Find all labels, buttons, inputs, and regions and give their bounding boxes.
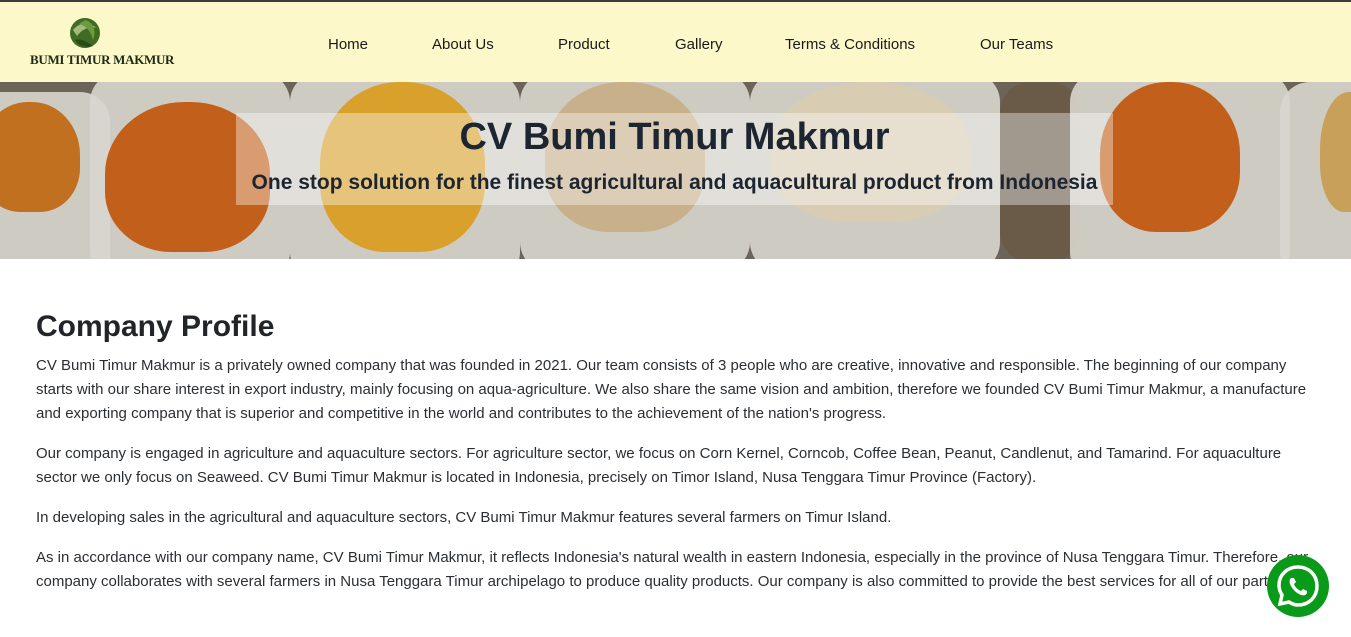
globe-leaf-icon <box>70 18 100 48</box>
company-profile-section: Company Profile CV Bumi Timur Makmur is … <box>36 306 1326 610</box>
whatsapp-button[interactable] <box>1267 555 1329 617</box>
nav-our-teams[interactable]: Our Teams <box>980 36 1053 53</box>
hero-subtitle: One stop solution for the finest agricul… <box>251 171 1098 194</box>
profile-paragraph: As in accordance with our company name, … <box>36 549 1309 590</box>
sack-corn <box>1100 82 1240 232</box>
brand-logo[interactable]: BUMI TIMUR MAKMUR <box>30 14 175 72</box>
nav-terms-conditions[interactable]: Terms & Conditions <box>785 36 915 53</box>
nav-about-us[interactable]: About Us <box>432 36 494 53</box>
profile-paragraph: Our company is engaged in agriculture an… <box>36 445 1282 486</box>
whatsapp-icon <box>1277 565 1319 607</box>
hero-banner: CV Bumi Timur Makmur One stop solution f… <box>0 82 1351 259</box>
nav-product[interactable]: Product <box>558 36 610 53</box>
nav-gallery[interactable]: Gallery <box>675 36 723 53</box>
hero-title: CV Bumi Timur Makmur <box>459 116 890 158</box>
logo-text: BUMI TIMUR MAKMUR <box>30 52 175 67</box>
profile-paragraph: CV Bumi Timur Makmur is a privately owne… <box>36 357 1307 422</box>
nav-home[interactable]: Home <box>328 36 368 53</box>
profile-paragraph: In developing sales in the agricultural … <box>36 509 892 526</box>
section-heading: Company Profile <box>36 310 275 343</box>
navbar: BUMI TIMUR MAKMUR Home About Us Product … <box>0 2 1351 82</box>
